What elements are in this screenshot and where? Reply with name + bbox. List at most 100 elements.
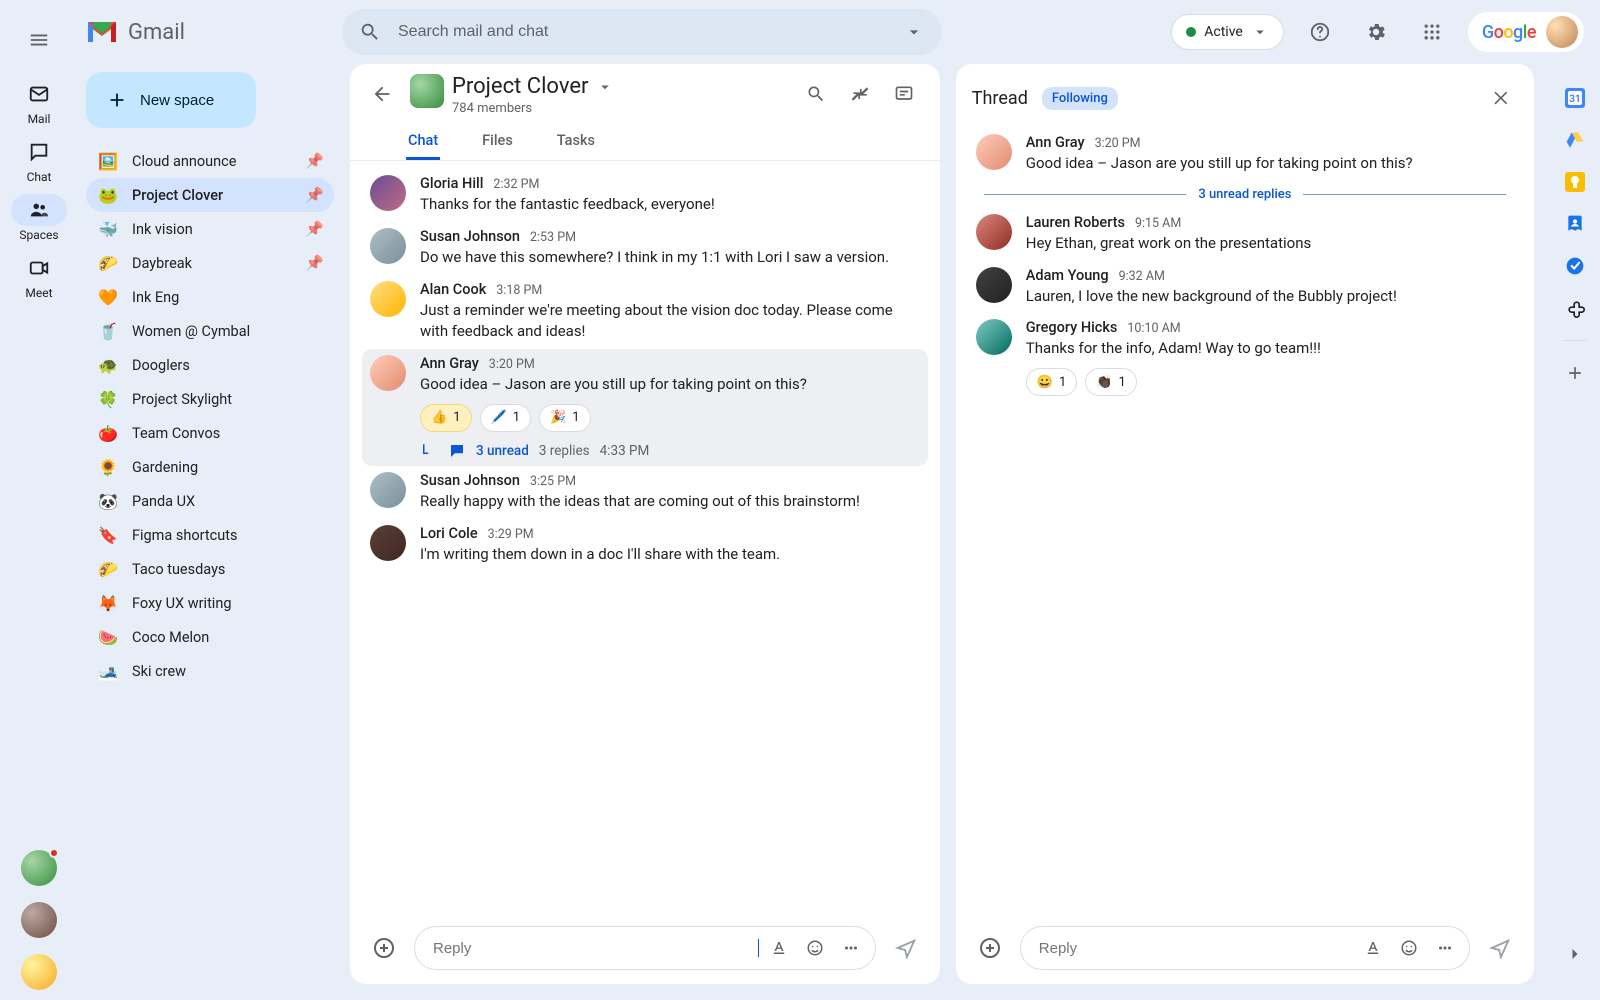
keep-app-icon[interactable] xyxy=(1565,172,1585,192)
space-row[interactable]: 🌻 Gardening xyxy=(86,450,334,484)
presence-dot-icon xyxy=(1186,27,1196,37)
add-button[interactable] xyxy=(364,928,404,968)
message-text: Hey Ethan, great work on the presentatio… xyxy=(1026,233,1514,255)
space-row[interactable]: 🍉 Coco Melon xyxy=(86,620,334,654)
thread-reply-input[interactable] xyxy=(1037,939,1353,958)
message[interactable]: Lori Cole 3:29 PM I'm writing them down … xyxy=(362,519,928,572)
message[interactable]: Lauren Roberts 9:15 AM Hey Ethan, great … xyxy=(968,208,1522,261)
format-button[interactable] xyxy=(763,932,795,964)
space-row[interactable]: 🧡 Ink Eng xyxy=(86,280,334,314)
side-panel: 31 xyxy=(1550,64,1600,984)
rail-label: Mail xyxy=(7,112,71,126)
drive-app-icon[interactable] xyxy=(1565,130,1585,150)
brand[interactable]: Gmail xyxy=(86,20,326,45)
status-chip[interactable]: Active xyxy=(1171,14,1284,50)
message-avatar xyxy=(976,214,1012,250)
reply-input[interactable] xyxy=(431,939,760,958)
gear-icon xyxy=(1365,21,1387,43)
message-time: 3:18 PM xyxy=(496,283,542,298)
space-row[interactable]: 🍅 Team Convos xyxy=(86,416,334,450)
tab-files[interactable]: Files xyxy=(480,124,515,160)
rail-account-3[interactable] xyxy=(21,954,57,990)
space-row[interactable]: 🦊 Foxy UX writing xyxy=(86,586,334,620)
tasks-app-icon[interactable] xyxy=(1565,256,1585,276)
reaction-chip[interactable]: 🖊️1 xyxy=(480,404,532,432)
rail-mail[interactable]: Mail xyxy=(7,78,71,126)
rail-chat[interactable]: Chat xyxy=(7,136,71,184)
message[interactable]: Susan Johnson 2:53 PM Do we have this so… xyxy=(362,222,928,275)
space-row[interactable]: 🖼️ Cloud announce 📌 xyxy=(86,144,334,178)
thread-reply-box[interactable] xyxy=(1020,926,1470,970)
reaction-chip[interactable]: 😀1 xyxy=(1026,368,1078,396)
message[interactable]: Ann Gray 3:20 PM Good idea – Jason are y… xyxy=(968,128,1522,181)
reply-box[interactable] xyxy=(414,926,876,970)
apps-grid-button[interactable] xyxy=(1412,12,1452,52)
chat-search-button[interactable] xyxy=(796,74,836,114)
space-emoji-icon: 🍉 xyxy=(98,628,118,647)
space-row[interactable]: 🎿 Ski crew xyxy=(86,654,334,688)
following-badge[interactable]: Following xyxy=(1042,87,1118,110)
emoji-button[interactable] xyxy=(799,932,831,964)
help-button[interactable] xyxy=(1300,12,1340,52)
message[interactable]: Susan Johnson 3:25 PM Really happy with … xyxy=(362,466,928,519)
search-bar[interactable] xyxy=(342,9,942,55)
space-row[interactable]: 🐢 Dooglers xyxy=(86,348,334,382)
message[interactable]: Gregory Hicks 10:10 AM Thanks for the in… xyxy=(968,313,1522,402)
close-thread-button[interactable] xyxy=(1482,78,1522,118)
send-button[interactable] xyxy=(886,928,926,968)
collapse-button[interactable] xyxy=(840,74,880,114)
contacts-app-icon[interactable] xyxy=(1565,214,1585,234)
message-text: Thanks for the fantastic feedback, every… xyxy=(420,194,920,216)
thread-add-button[interactable] xyxy=(970,928,1010,968)
more-button[interactable] xyxy=(1429,932,1461,964)
search-button[interactable] xyxy=(350,12,390,52)
message[interactable]: Ann Gray 3:20 PM Good idea – Jason are y… xyxy=(362,349,928,466)
calendar-app-icon[interactable]: 31 xyxy=(1565,88,1585,108)
space-name: Project Clover xyxy=(132,187,291,204)
new-space-button[interactable]: New space xyxy=(86,72,256,128)
space-row[interactable]: 🍀 Project Skylight xyxy=(86,382,334,416)
tab-chat[interactable]: Chat xyxy=(406,124,440,160)
format-button[interactable] xyxy=(1357,932,1389,964)
message[interactable]: Alan Cook 3:18 PM Just a reminder we're … xyxy=(362,275,928,350)
message[interactable]: Adam Young 9:32 AM Lauren, I love the ne… xyxy=(968,261,1522,314)
search-options-button[interactable] xyxy=(894,12,934,52)
tab-tasks[interactable]: Tasks xyxy=(555,124,597,160)
reaction-chip[interactable]: 👍1 xyxy=(420,404,472,432)
addons-app-icon[interactable] xyxy=(1565,298,1585,318)
space-row[interactable]: 🐸 Project Clover 📌 xyxy=(86,178,334,212)
emoji-button[interactable] xyxy=(1393,932,1425,964)
search-input[interactable] xyxy=(390,23,894,41)
thread-summary[interactable]: 3 unread 3 replies 4:33 PM xyxy=(420,442,920,460)
space-row[interactable]: 🐼 Panda UX xyxy=(86,484,334,518)
space-row[interactable]: 🐳 Ink vision 📌 xyxy=(86,212,334,246)
account-pill[interactable]: Google xyxy=(1468,12,1584,52)
back-button[interactable] xyxy=(362,74,402,114)
message-avatar xyxy=(370,355,406,391)
search-icon xyxy=(806,84,826,104)
reaction-chip[interactable]: 👏🏿1 xyxy=(1085,368,1137,396)
open-thread-button[interactable] xyxy=(884,74,924,114)
space-row[interactable]: 🌮 Daybreak 📌 xyxy=(86,246,334,280)
settings-button[interactable] xyxy=(1356,12,1396,52)
status-label: Active xyxy=(1204,24,1243,40)
more-button[interactable] xyxy=(835,932,867,964)
rail-account-2[interactable] xyxy=(21,902,57,938)
rail-meet[interactable]: Meet xyxy=(7,252,71,300)
rail-account-1[interactable] xyxy=(21,850,57,886)
get-addons-button[interactable] xyxy=(1565,363,1585,383)
thread-send-button[interactable] xyxy=(1480,928,1520,968)
emoji-icon xyxy=(806,939,824,957)
space-emoji-icon: 🌮 xyxy=(98,560,118,579)
space-row[interactable]: 🌮 Taco tuesdays xyxy=(86,552,334,586)
main-menu-button[interactable] xyxy=(17,18,61,62)
reaction-chip[interactable]: 🎉1 xyxy=(539,404,591,432)
space-row[interactable]: 🥤 Women @ Cymbal xyxy=(86,314,334,348)
rail-spaces[interactable]: Spaces xyxy=(7,194,71,242)
space-emoji-icon: 🐸 xyxy=(98,186,118,205)
unread-divider: 3 unread replies xyxy=(968,181,1522,208)
message[interactable]: Gloria Hill 2:32 PM Thanks for the fanta… xyxy=(362,169,928,222)
sidepanel-toggle-button[interactable] xyxy=(1555,934,1595,974)
space-row[interactable]: 🔖 Figma shortcuts xyxy=(86,518,334,552)
caret-down-icon[interactable] xyxy=(596,78,614,96)
